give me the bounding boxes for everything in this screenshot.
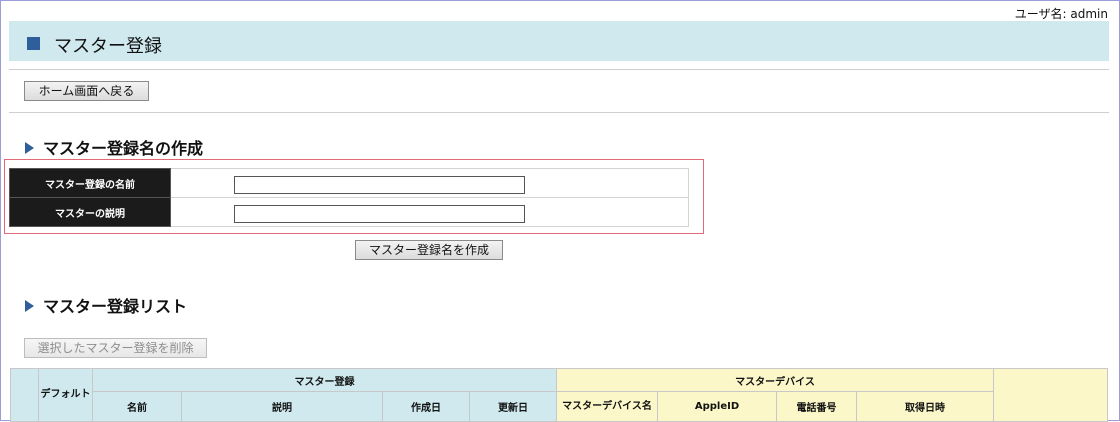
user-name: admin: [1070, 7, 1108, 21]
divider: [9, 112, 1109, 113]
column-updated: 更新日: [469, 391, 557, 422]
column-device-name: マスターデバイス名: [556, 391, 658, 422]
form-row: マスター登録の名前: [9, 168, 689, 198]
column-phone: 電話番号: [776, 391, 857, 422]
group-master: マスター登録: [92, 368, 557, 392]
select-column-header: [10, 368, 39, 422]
page-title: マスター登録: [54, 36, 162, 57]
desc-cell: [170, 197, 689, 227]
create-section-heading: マスター登録名の作成: [25, 135, 203, 159]
create-button[interactable]: マスター登録名を作成: [355, 240, 503, 260]
column-name: 名前: [92, 391, 182, 422]
home-button[interactable]: ホーム画面へ戻る: [24, 81, 149, 101]
page-header: マスター登録: [9, 21, 1109, 61]
form-row: マスターの説明: [9, 197, 689, 227]
column-default: デフォルト: [38, 368, 93, 422]
name-cell: [170, 168, 689, 198]
master-list-table: デフォルト マスター登録 マスターデバイス 名前 説明 作成日 更新日 マスター…: [10, 368, 1108, 422]
divider: [9, 69, 1109, 70]
table-header-row: 名前 説明 作成日 更新日 マスターデバイス名 AppleID 電話番号 取得日…: [11, 391, 1108, 422]
column-apple-id: AppleID: [657, 391, 777, 422]
user-label: ユーザ名:: [1014, 7, 1067, 21]
desc-input[interactable]: [234, 204, 525, 223]
extra-column-header: [993, 368, 1108, 422]
triangle-bullet-icon: [25, 299, 34, 312]
create-form-table: マスター登録の名前 マスターの説明: [9, 168, 689, 227]
list-section-title: マスター登録リスト: [43, 297, 188, 316]
delete-selected-button[interactable]: 選択したマスター登録を削除: [24, 338, 207, 358]
user-info: ユーザ名: admin: [1015, 5, 1108, 22]
create-section-title: マスター登録名の作成: [43, 139, 204, 158]
group-device: マスターデバイス: [556, 368, 994, 392]
column-description: 説明: [181, 391, 383, 422]
table-header-row: デフォルト マスター登録 マスターデバイス: [10, 368, 1108, 422]
list-section-heading: マスター登録リスト: [25, 293, 187, 317]
desc-label: マスターの説明: [9, 197, 171, 227]
column-acquired: 取得日時: [856, 391, 994, 422]
triangle-bullet-icon: [25, 141, 34, 154]
name-label: マスター登録の名前: [9, 168, 171, 198]
column-created: 作成日: [382, 391, 470, 422]
square-icon: [27, 37, 40, 50]
name-input[interactable]: [234, 175, 525, 194]
